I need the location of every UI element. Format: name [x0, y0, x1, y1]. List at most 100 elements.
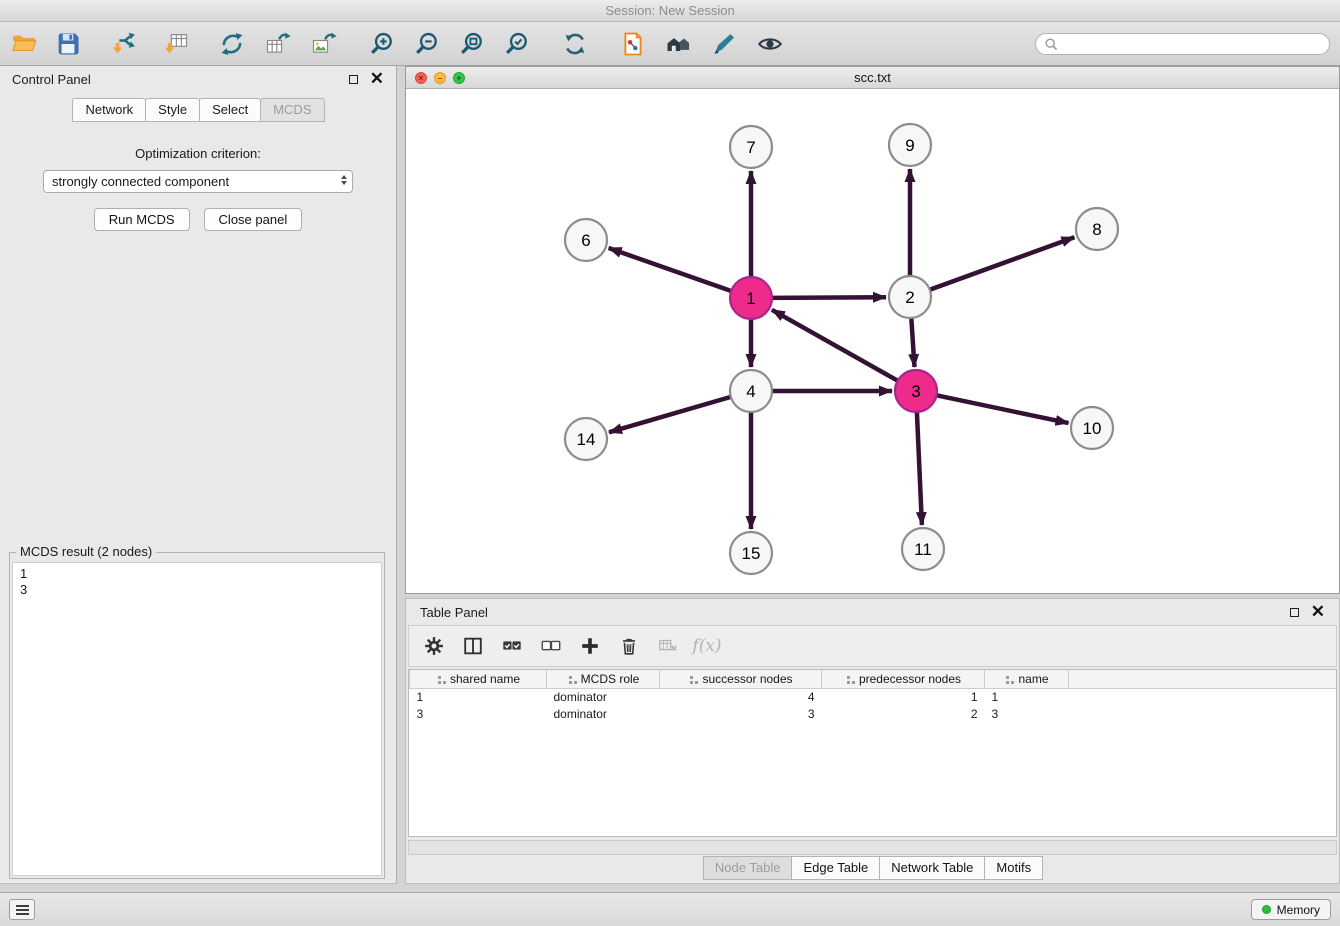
edge-2-3[interactable]	[911, 318, 914, 367]
table-row[interactable]: 3dominator323	[410, 705, 1337, 722]
node-15[interactable]: 15	[730, 532, 772, 574]
cell[interactable]: 1	[822, 688, 985, 705]
column-header-mcds-role[interactable]: MCDS role	[547, 670, 660, 688]
save-session-button[interactable]	[52, 28, 84, 60]
minimize-window-icon[interactable]: –	[434, 72, 446, 84]
tab-style[interactable]: Style	[145, 98, 200, 122]
tab-mcds[interactable]: MCDS	[260, 98, 324, 122]
apply-style-button[interactable]	[708, 28, 740, 60]
home-layout-button[interactable]	[662, 28, 694, 60]
cell[interactable]: dominator	[547, 705, 660, 722]
cell[interactable]: 3	[660, 705, 822, 722]
close-panel-button[interactable]: Close panel	[204, 208, 303, 231]
network-exchange-button[interactable]	[216, 28, 248, 60]
edge-1-2[interactable]	[772, 297, 886, 298]
node-11[interactable]: 11	[902, 528, 944, 570]
column-header-shared-name[interactable]: shared name	[410, 670, 547, 688]
network-graph[interactable]: 7 9 6 8 1 2 4 3 14 10 15 11	[406, 89, 1339, 593]
tab-select[interactable]: Select	[199, 98, 261, 122]
cell[interactable]: 3	[985, 705, 1069, 722]
import-network-from-file-button[interactable]	[108, 28, 140, 60]
export-image-button[interactable]	[308, 28, 340, 60]
export-table-button[interactable]	[262, 28, 294, 60]
zoom-fit-button[interactable]	[456, 28, 488, 60]
refresh-view-button[interactable]	[559, 28, 591, 60]
edge-3-10[interactable]	[937, 395, 1069, 423]
tab-motifs[interactable]: Motifs	[984, 856, 1043, 880]
select-all-button[interactable]	[501, 635, 523, 657]
mcds-result-list[interactable]: 13	[12, 562, 382, 876]
network-from-selection-button[interactable]	[617, 28, 649, 60]
cell[interactable]: 4	[660, 688, 822, 705]
tab-network[interactable]: Network	[72, 98, 146, 122]
tab-edge-table[interactable]: Edge Table	[791, 856, 880, 880]
mcds-result-item[interactable]: 1	[20, 566, 374, 582]
horizontal-scrollbar[interactable]	[408, 840, 1337, 855]
column-header-name[interactable]: name	[985, 670, 1069, 688]
search-box[interactable]	[1035, 33, 1330, 55]
tab-node-table[interactable]: Node Table	[703, 856, 793, 880]
select-all-icon	[501, 635, 523, 657]
cell[interactable]: 2	[822, 705, 985, 722]
delete-column-button[interactable]	[618, 635, 640, 657]
panel-menu-button[interactable]	[9, 899, 35, 920]
search-input[interactable]	[1063, 37, 1321, 51]
list-icon	[16, 909, 29, 911]
node-10[interactable]: 10	[1071, 407, 1113, 449]
node-4[interactable]: 4	[730, 370, 772, 412]
network-canvas[interactable]: 7 9 6 8 1 2 4 3 14 10 15 11	[406, 89, 1339, 593]
node-label: 9	[905, 136, 914, 155]
show-hide-button[interactable]	[754, 28, 786, 60]
cell[interactable]: 1	[985, 688, 1069, 705]
node-label: 11	[914, 540, 932, 559]
cell[interactable]: 1	[410, 688, 547, 705]
node-8[interactable]: 8	[1076, 208, 1118, 250]
close-panel-icon[interactable]: ✕	[1311, 607, 1325, 617]
deselect-all-button[interactable]	[540, 635, 562, 657]
node-3[interactable]: 3	[895, 370, 937, 412]
open-file-button[interactable]	[8, 28, 40, 60]
zoom-in-button[interactable]	[366, 28, 398, 60]
node-9[interactable]: 9	[889, 124, 931, 166]
import-table-from-file-button[interactable]	[160, 28, 192, 60]
node-14[interactable]: 14	[565, 418, 607, 460]
cell-filler	[1069, 688, 1337, 705]
edge-1-6[interactable]	[609, 248, 732, 291]
window-titlebar[interactable]: Session: New Session	[0, 0, 1340, 22]
tab-network-table[interactable]: Network Table	[879, 856, 985, 880]
node-label: 10	[1083, 419, 1102, 438]
maximize-window-icon[interactable]: +	[453, 72, 465, 84]
close-window-icon[interactable]: ×	[415, 72, 427, 84]
node-7[interactable]: 7	[730, 126, 772, 168]
float-window-icon[interactable]	[349, 75, 358, 84]
edge-3-1[interactable]	[772, 310, 898, 381]
edge-2-8[interactable]	[930, 237, 1075, 290]
delete-table-button[interactable]	[657, 635, 679, 657]
float-window-icon[interactable]	[1290, 608, 1299, 617]
memory-button[interactable]: Memory	[1251, 899, 1331, 920]
run-mcds-button[interactable]: Run MCDS	[94, 208, 190, 231]
mcds-result-item[interactable]: 3	[20, 582, 374, 598]
cell[interactable]: 3	[410, 705, 547, 722]
zoom-selected-button[interactable]	[501, 28, 533, 60]
column-header-predecessor-nodes[interactable]: predecessor nodes	[822, 670, 985, 688]
content-area: Control Panel ✕ NetworkStyleSelectMCDS O…	[0, 66, 1340, 892]
mcds-result-title: MCDS result (2 nodes)	[16, 544, 156, 559]
table-options-button[interactable]	[423, 635, 445, 657]
node-1[interactable]: 1	[730, 277, 772, 319]
table-row[interactable]: 1dominator411	[410, 688, 1337, 705]
edge-3-11[interactable]	[917, 412, 922, 525]
criterion-select[interactable]: strongly connected component	[43, 170, 353, 193]
cell[interactable]: dominator	[547, 688, 660, 705]
network-window-titlebar[interactable]: × – + scc.txt	[406, 67, 1339, 89]
edge-4-14[interactable]	[609, 397, 731, 432]
node-6[interactable]: 6	[565, 219, 607, 261]
node-label: 4	[746, 382, 755, 401]
zoom-out-button[interactable]	[411, 28, 443, 60]
add-column-button[interactable]	[579, 635, 601, 657]
close-panel-icon[interactable]: ✕	[370, 74, 384, 84]
column-header-successor-nodes[interactable]: successor nodes	[660, 670, 822, 688]
show-columns-button[interactable]	[462, 635, 484, 657]
function-builder-button[interactable]: f(x)	[696, 635, 718, 657]
node-2[interactable]: 2	[889, 276, 931, 318]
